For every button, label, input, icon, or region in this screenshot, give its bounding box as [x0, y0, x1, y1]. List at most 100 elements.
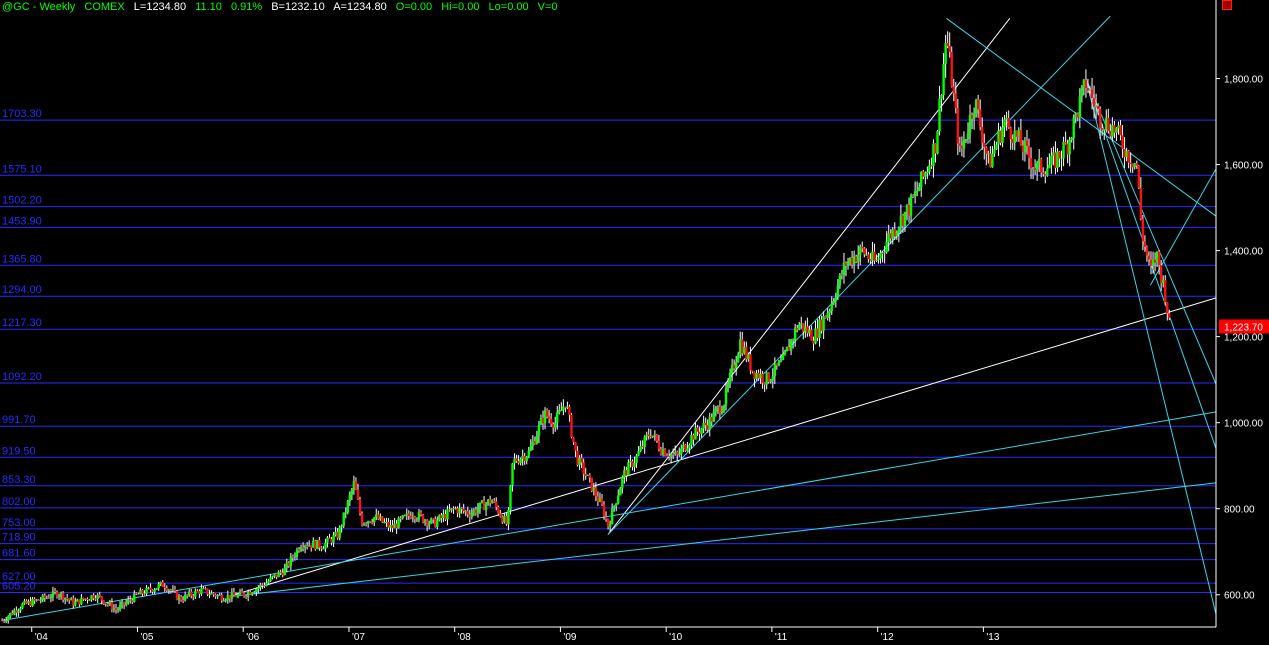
bar-down — [1042, 172, 1045, 175]
bar-up — [222, 600, 225, 602]
bar-up — [554, 422, 557, 428]
level-label: 1217.30 — [2, 317, 42, 329]
bar-down — [867, 254, 870, 260]
level-label: 1294.00 — [2, 284, 42, 296]
bar-down — [1168, 313, 1171, 318]
bar-down — [65, 597, 69, 600]
bar-down — [863, 248, 866, 255]
bar-up — [1103, 129, 1106, 131]
bar-up — [436, 520, 439, 527]
bar-down — [149, 587, 152, 591]
bar-up — [897, 227, 901, 232]
y-tick-label: 1,000.00 — [1224, 419, 1263, 430]
bar-up — [714, 408, 718, 412]
bar-down — [547, 416, 551, 419]
bar-up — [877, 258, 880, 260]
bar-down — [873, 251, 876, 261]
bar-up — [834, 297, 838, 302]
x-tick-label: '12 — [881, 632, 894, 643]
bar-up — [253, 592, 256, 594]
bar-up — [936, 131, 939, 154]
bar-down — [240, 591, 244, 594]
bar-up — [269, 577, 272, 582]
bar-up — [885, 241, 888, 253]
bar-up — [57, 595, 61, 597]
bar-up — [846, 261, 850, 266]
bar-up — [830, 303, 833, 311]
bar-down — [570, 414, 573, 438]
bar-down — [751, 370, 754, 372]
bar-up — [1068, 140, 1071, 155]
bar-down — [1141, 218, 1145, 242]
bar-up — [993, 148, 996, 154]
bar-up — [737, 354, 740, 363]
bar-down — [604, 516, 608, 520]
x-tick-label: '08 — [458, 632, 471, 643]
bar-up — [124, 602, 128, 605]
bar-up — [680, 448, 683, 455]
bar-down — [594, 487, 598, 497]
bar-up — [627, 462, 630, 476]
bar-up — [265, 582, 268, 586]
bar-up — [340, 526, 343, 528]
bar-up — [793, 328, 797, 341]
bar-down — [1019, 130, 1023, 146]
bar-up — [236, 594, 240, 597]
bar-up — [133, 593, 136, 602]
bar-down — [600, 498, 604, 505]
x-tick-label: '13 — [986, 632, 999, 643]
bar-down — [952, 86, 955, 94]
trendlines — [2, 15, 1217, 622]
bar-down — [495, 501, 498, 508]
bar-up — [822, 316, 825, 331]
x-tick-label: '10 — [669, 632, 682, 643]
x-tick-label: '06 — [246, 632, 259, 643]
bar-up — [560, 409, 563, 411]
bar-up — [610, 508, 614, 525]
bar-down — [1107, 117, 1110, 131]
bar-up — [712, 411, 716, 422]
y-tick-label: 1,400.00 — [1224, 247, 1263, 258]
bar-down — [360, 513, 364, 526]
bar-up — [1050, 155, 1053, 165]
bar-down — [100, 596, 103, 601]
bar-down — [1064, 141, 1067, 144]
bar-up — [509, 485, 512, 510]
bar-up — [781, 354, 785, 361]
bar-down — [173, 589, 177, 591]
bar-up — [446, 509, 449, 520]
price-chart[interactable]: 1703.30 1575.10 1502.20 1453.90 1365.80 1294.… — [0, 0, 1269, 645]
bar-down — [86, 598, 89, 600]
bar-up — [289, 556, 293, 566]
bar-down — [950, 52, 953, 87]
x-tick-label: '11 — [775, 632, 788, 643]
bar-up — [397, 517, 400, 529]
bar-up — [688, 444, 691, 449]
bar-up — [293, 556, 297, 558]
bar-up — [478, 502, 482, 509]
bar-up — [828, 310, 831, 314]
bar-down — [572, 437, 575, 443]
bar-up — [789, 340, 793, 351]
bar-down — [92, 595, 95, 599]
bar-down — [1129, 162, 1132, 165]
bar-down — [749, 354, 752, 371]
bar-up — [17, 610, 20, 613]
bar-up — [612, 506, 616, 509]
bar-up — [324, 542, 327, 549]
x-tick-label: '07 — [352, 632, 365, 643]
bar-down — [354, 481, 358, 490]
bar-up — [917, 187, 921, 191]
bar-down — [462, 508, 465, 512]
bar-down — [212, 592, 215, 595]
bar-down — [1166, 302, 1169, 314]
level-label: 853.30 — [2, 474, 36, 486]
bar-up — [938, 98, 941, 132]
bar-up — [346, 501, 350, 513]
bar-up — [779, 360, 783, 362]
bar-up — [271, 576, 274, 578]
bar-up — [415, 519, 419, 521]
level-label: 991.70 — [2, 414, 36, 426]
bar-down — [318, 540, 321, 548]
bar-up — [116, 609, 120, 611]
